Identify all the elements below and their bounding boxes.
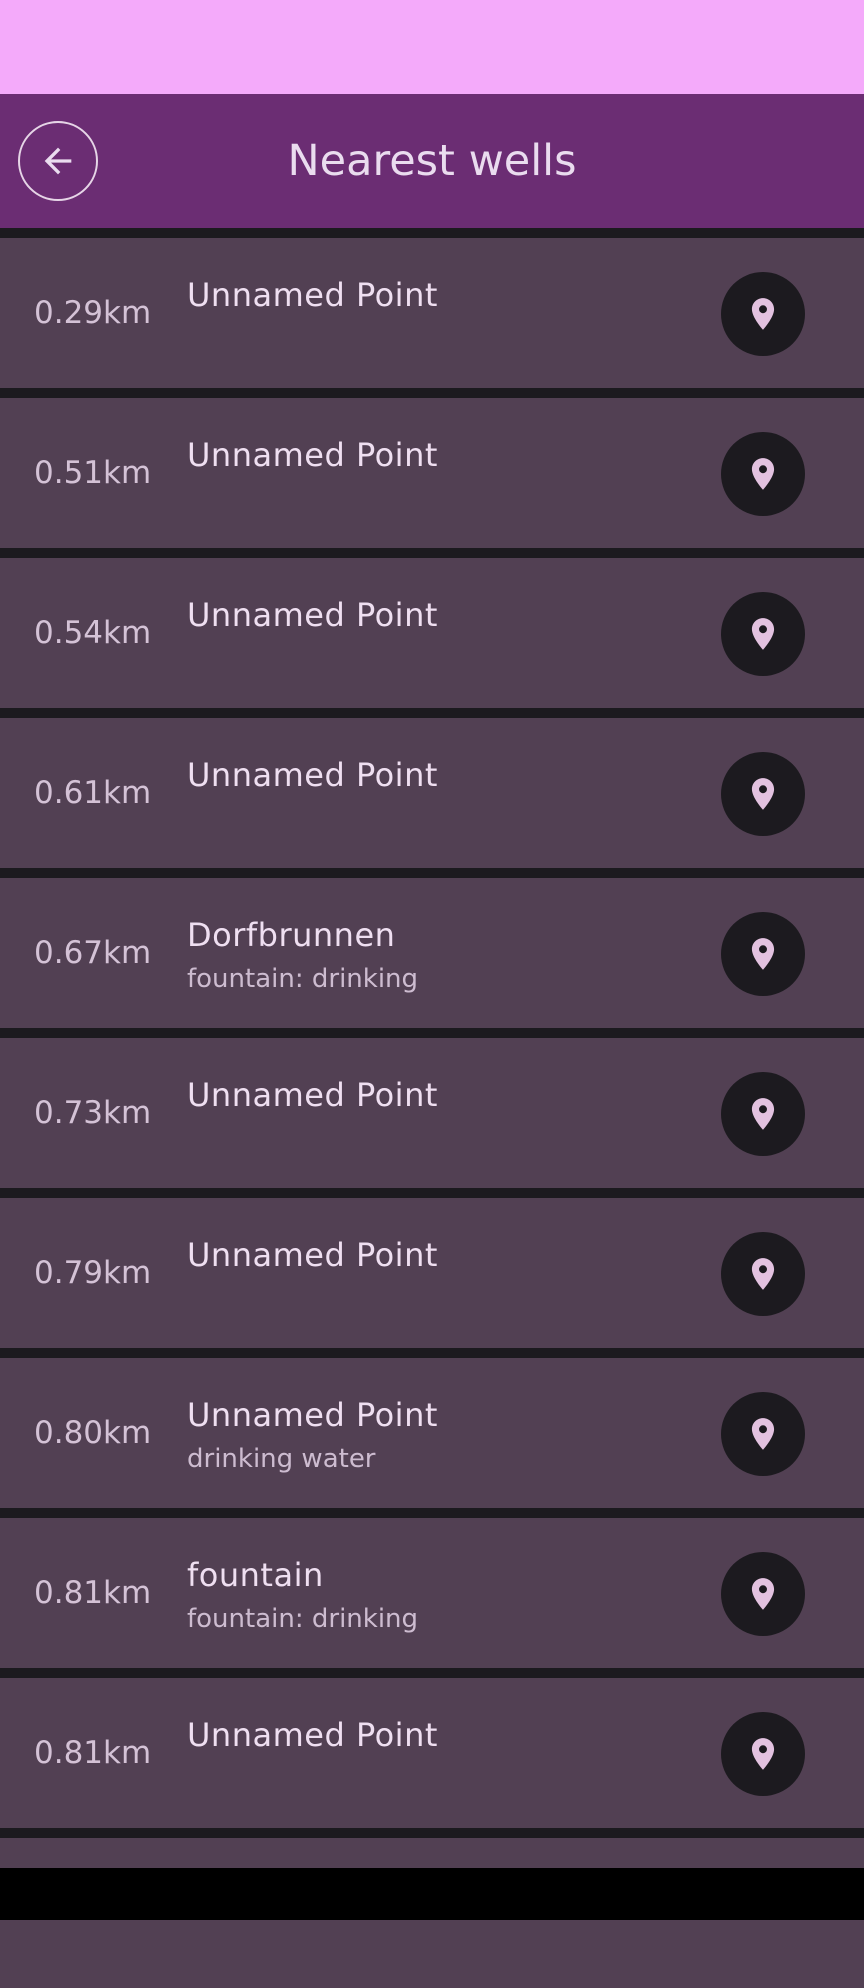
well-name: Unnamed Point (187, 276, 438, 314)
well-list-item[interactable]: 0.79km Unnamed Point (0, 1198, 864, 1348)
distance-label: 0.81km (34, 1735, 152, 1771)
map-pin-icon (751, 618, 775, 650)
well-detail: fountain: drinking (187, 964, 419, 994)
well-detail: fountain: drinking (187, 1604, 419, 1634)
arrow-left-icon (44, 147, 72, 175)
well-list-item[interactable]: 0.54km Unnamed Point (0, 558, 864, 708)
status-bar (0, 0, 864, 94)
well-name: Unnamed Point (187, 1396, 438, 1434)
map-pin-icon (751, 1098, 775, 1130)
distance-label: 0.61km (34, 775, 152, 811)
distance-label: 0.29km (34, 295, 152, 331)
map-pin-icon (751, 938, 775, 970)
map-pin-icon (751, 298, 775, 330)
show-on-map-button[interactable] (721, 1552, 805, 1636)
well-name: Unnamed Point (187, 1076, 438, 1114)
well-name: Dorfbrunnen (187, 916, 396, 954)
distance-label: 0.81km (34, 1575, 152, 1611)
well-name: fountain (187, 1556, 324, 1594)
show-on-map-button[interactable] (721, 1072, 805, 1156)
show-on-map-button[interactable] (721, 592, 805, 676)
well-list-item[interactable]: 0.81km Unnamed Point (0, 1678, 864, 1828)
map-pin-icon (751, 1578, 775, 1610)
well-name: Unnamed Point (187, 596, 438, 634)
well-list-item[interactable]: 0.81km fountain fountain: drinking (0, 1518, 864, 1668)
map-pin-icon (751, 458, 775, 490)
well-list-item[interactable]: 0.29km Unnamed Point (0, 238, 864, 388)
well-name: Unnamed Point (187, 436, 438, 474)
well-list-item[interactable]: 0.80km Unnamed Point drinking water (0, 1358, 864, 1508)
back-button[interactable] (18, 121, 98, 201)
well-list-item[interactable]: 0.51km Unnamed Point (0, 398, 864, 548)
show-on-map-button[interactable] (721, 1232, 805, 1316)
distance-label: 0.79km (34, 1255, 152, 1291)
show-on-map-button[interactable] (721, 1392, 805, 1476)
map-pin-icon (751, 1258, 775, 1290)
distance-label: 0.54km (34, 615, 152, 651)
well-list-item[interactable]: 0.61km Unnamed Point (0, 718, 864, 868)
distance-label: 0.51km (34, 455, 152, 491)
map-pin-icon (751, 778, 775, 810)
show-on-map-button[interactable] (721, 752, 805, 836)
distance-label: 0.73km (34, 1095, 152, 1131)
show-on-map-button[interactable] (721, 912, 805, 996)
distance-label: 0.80km (34, 1415, 152, 1451)
well-list-item[interactable]: 0.73km Unnamed Point (0, 1038, 864, 1188)
show-on-map-button[interactable] (721, 272, 805, 356)
well-detail: drinking water (187, 1444, 376, 1474)
well-name: Unnamed Point (187, 756, 438, 794)
well-list-item[interactable]: 0.67km Dorfbrunnen fountain: drinking (0, 878, 864, 1028)
map-pin-icon (751, 1738, 775, 1770)
distance-label: 0.67km (34, 935, 152, 971)
navigation-bar (0, 1868, 864, 1920)
well-name: Unnamed Point (187, 1716, 438, 1754)
well-name: Unnamed Point (187, 1236, 438, 1274)
map-pin-icon (751, 1418, 775, 1450)
show-on-map-button[interactable] (721, 1712, 805, 1796)
page-title: Nearest wells (287, 136, 577, 186)
show-on-map-button[interactable] (721, 432, 805, 516)
app-bar: Nearest wells (0, 94, 864, 228)
